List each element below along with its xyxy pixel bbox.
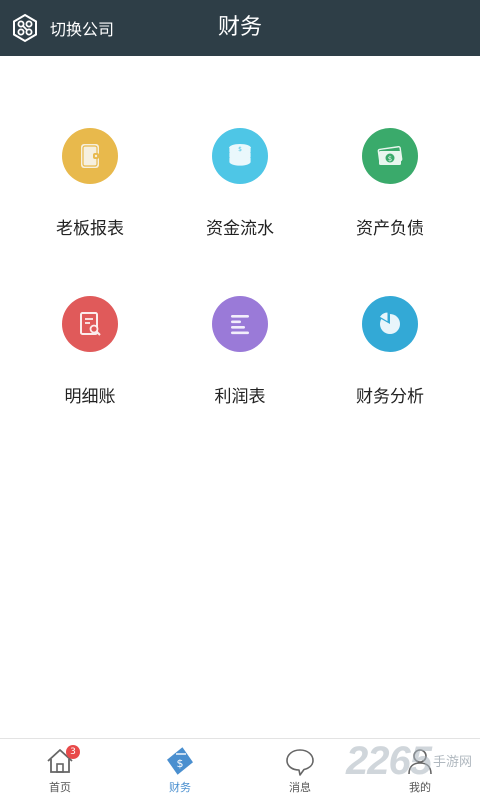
grid-item-circle: $ bbox=[212, 128, 268, 184]
switch-company-icon bbox=[13, 13, 37, 43]
switch-company-label: 切换公司 bbox=[50, 20, 115, 39]
tab-label: 财务 bbox=[169, 781, 191, 794]
grid-item-detail-ledger[interactable]: 明细账 bbox=[10, 296, 170, 407]
tab-label: 首页 bbox=[49, 781, 71, 794]
grid-item-cash-flow[interactable]: $ 资金流水 bbox=[160, 128, 320, 239]
tab-messages[interactable]: 消息 bbox=[240, 739, 360, 800]
svg-text:$: $ bbox=[388, 155, 392, 163]
svg-text:$: $ bbox=[177, 757, 184, 770]
grid-item-circle bbox=[362, 296, 418, 352]
grid-item-label: 资金流水 bbox=[206, 219, 274, 239]
wallet-icon bbox=[81, 144, 99, 168]
grid-item-balance-sheet[interactable]: $ 资产负债 bbox=[310, 128, 470, 239]
grid-item-income-statement[interactable]: 利润表 bbox=[160, 296, 320, 407]
tab-label: 我的 bbox=[409, 781, 431, 794]
coin-stack-icon: $ bbox=[228, 144, 252, 167]
tab-finance[interactable]: $ 财务 bbox=[120, 739, 240, 800]
chat-bubble-icon bbox=[286, 749, 314, 776]
grid-item-label: 老板报表 bbox=[56, 219, 124, 239]
grid-item-label: 利润表 bbox=[214, 387, 266, 407]
pie-chart-icon bbox=[378, 311, 400, 334]
grid-item-circle: $ bbox=[362, 128, 418, 184]
document-search-icon bbox=[80, 312, 101, 336]
tab-mine[interactable]: 我的 bbox=[360, 739, 480, 800]
grid-item-label: 资产负债 bbox=[356, 219, 424, 239]
top-bar: 切换公司 财务 bbox=[0, 0, 480, 56]
grid-item-boss-report[interactable]: 老板报表 bbox=[10, 128, 170, 239]
grid-item-circle bbox=[62, 296, 118, 352]
bottom-tab-bar: 3 首页 $ 财务 消息 我的 bbox=[0, 738, 480, 800]
grid-item-label: 财务分析 bbox=[356, 387, 424, 407]
finance-icon: $ bbox=[167, 747, 193, 775]
notification-badge: 3 bbox=[66, 745, 80, 759]
grid-item-label: 明细账 bbox=[64, 387, 116, 407]
switch-company-button[interactable]: 切换公司 bbox=[10, 10, 114, 46]
grid-item-circle bbox=[212, 296, 268, 352]
list-lines-icon bbox=[231, 315, 249, 335]
tab-home[interactable]: 3 首页 bbox=[0, 739, 120, 800]
app-screen: 切换公司 财务 老板报表 $ 资金流水 $ 资产负债 明细账 利润表 财务分析 … bbox=[0, 0, 480, 800]
grid-item-circle bbox=[62, 128, 118, 184]
user-icon bbox=[408, 749, 432, 775]
grid-item-financial-analysis[interactable]: 财务分析 bbox=[310, 296, 470, 407]
banknote-icon: $ bbox=[377, 146, 403, 165]
svg-text:$: $ bbox=[238, 146, 242, 153]
tab-label: 消息 bbox=[289, 781, 311, 794]
